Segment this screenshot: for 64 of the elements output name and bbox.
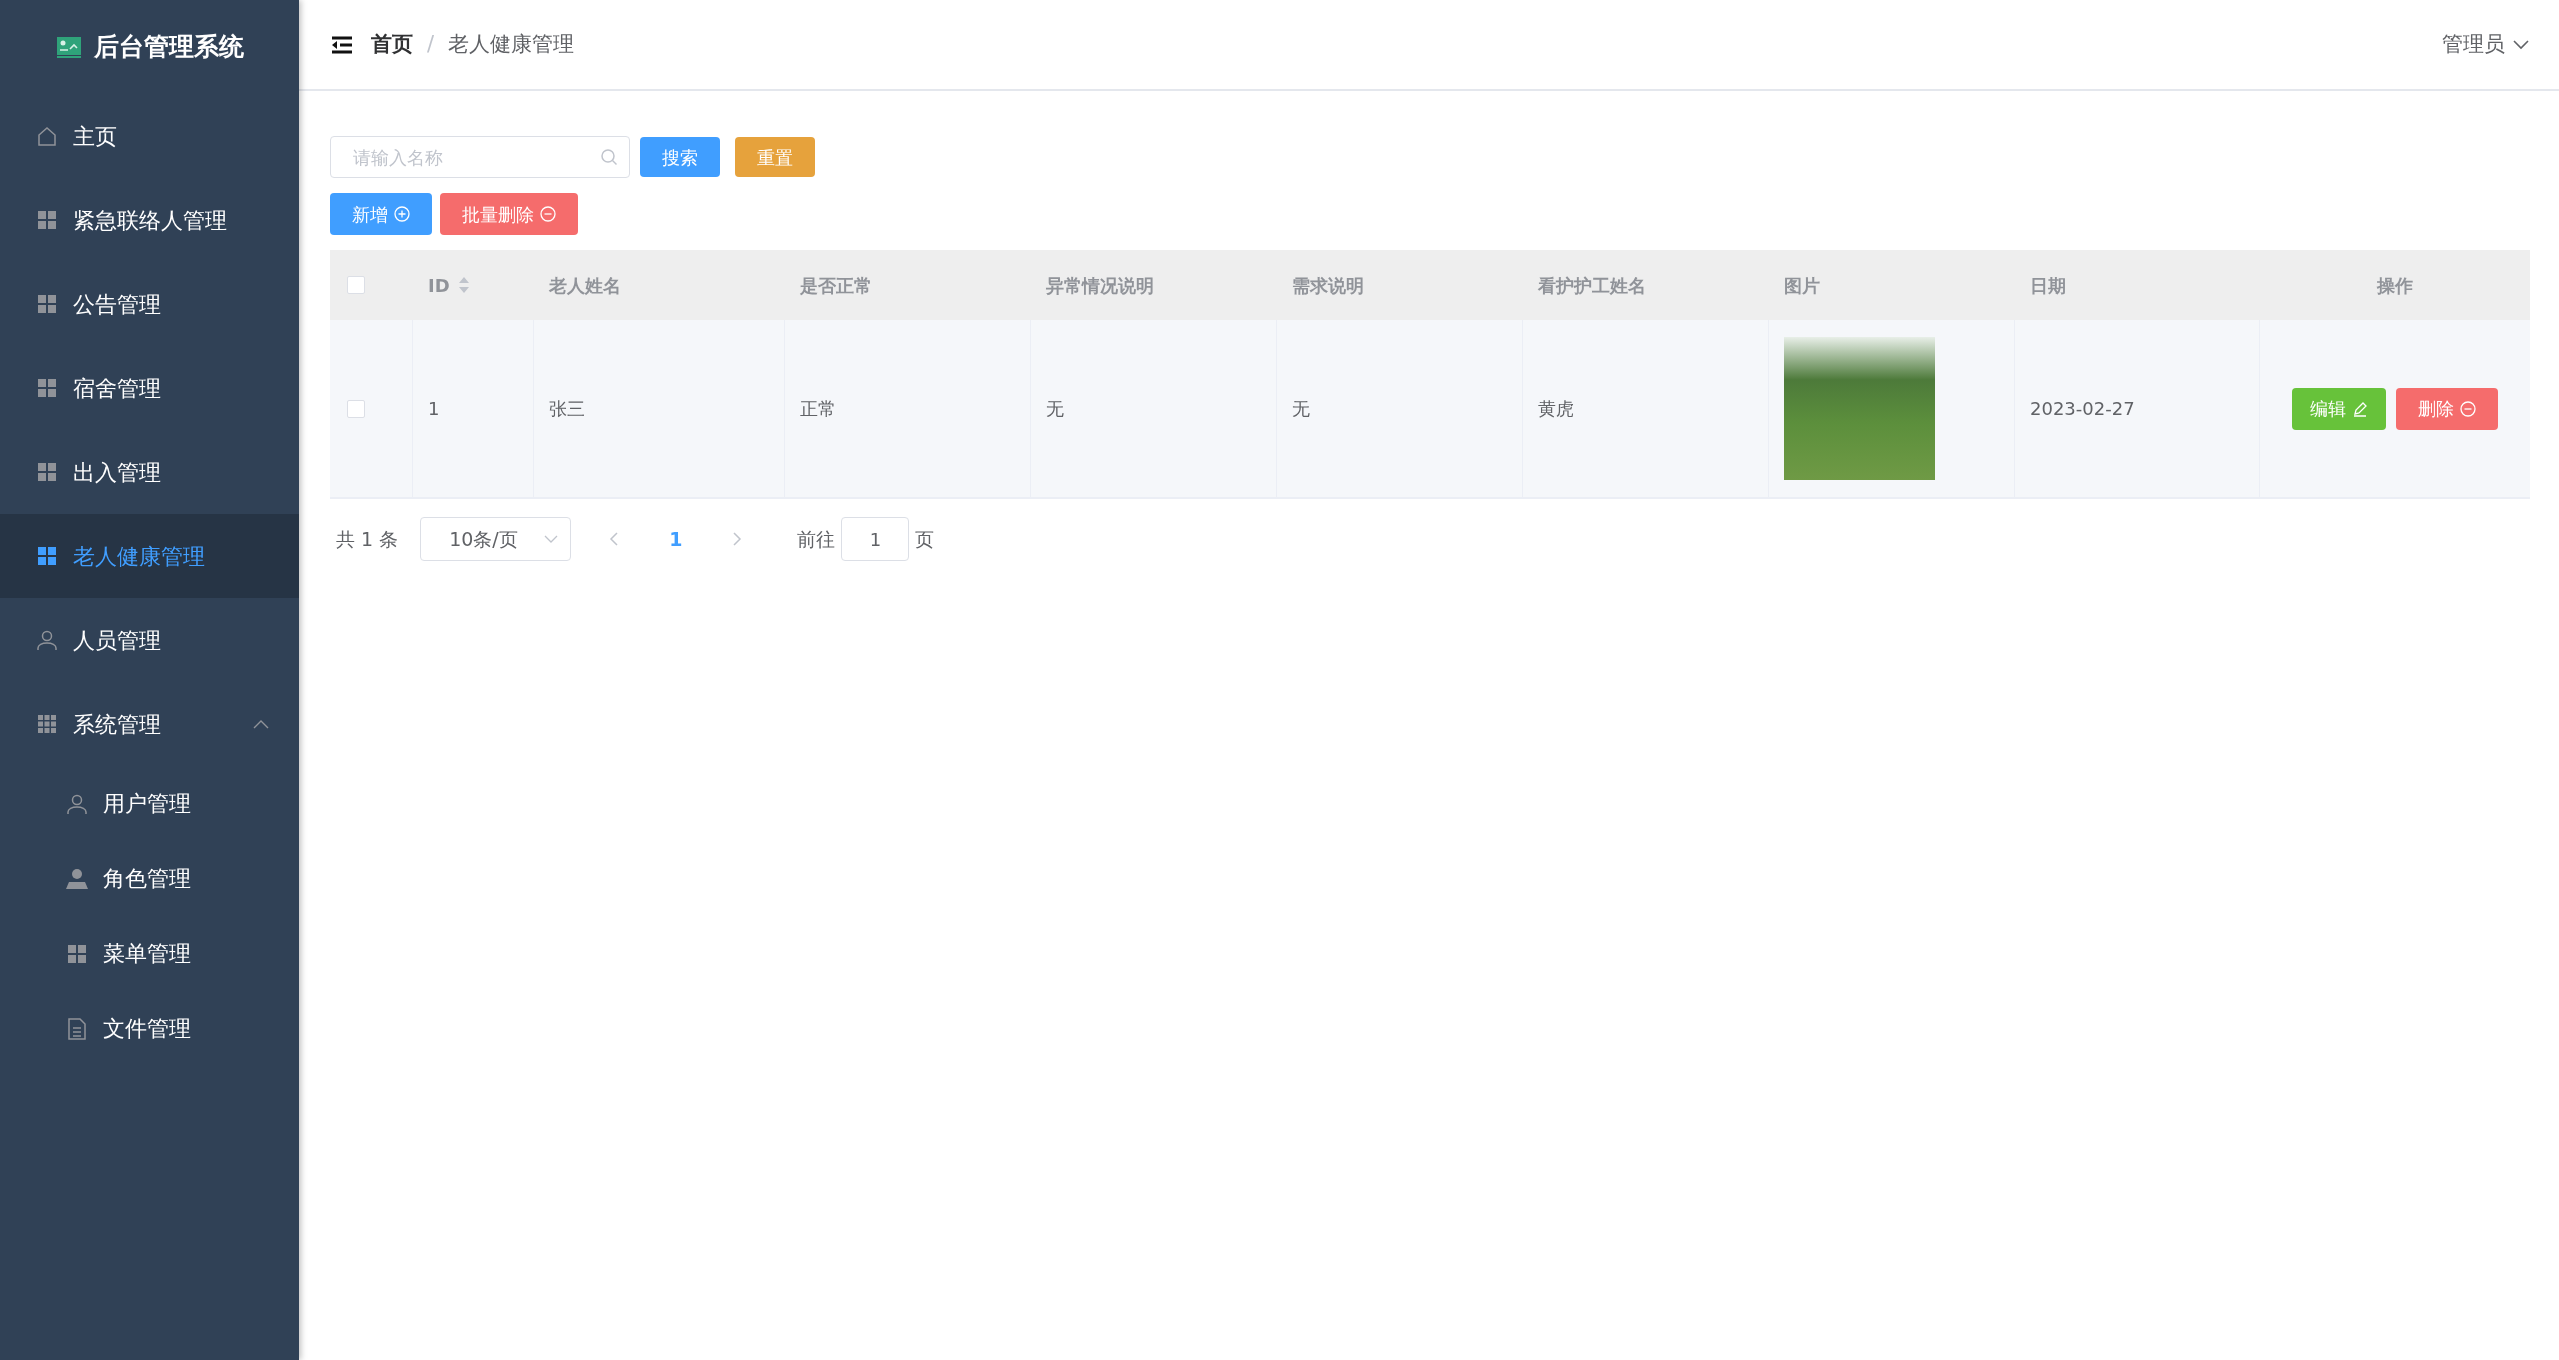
page-size-select[interactable]: 10条/页 — [420, 517, 572, 561]
column-header: 操作 — [2377, 273, 2413, 298]
grid-icon — [36, 209, 58, 231]
total-count: 共 1 条 — [336, 526, 399, 552]
app-title: 后台管理系统 — [93, 31, 244, 64]
grid-icon — [36, 293, 58, 315]
table-cell-text: 张三 — [549, 397, 585, 421]
table-cell-text: 2023-02-27 — [2030, 397, 2135, 421]
user-icon — [66, 792, 88, 815]
column-header: 异常情况说明 — [1046, 273, 1154, 298]
user-icon — [66, 867, 88, 890]
sort-icon[interactable] — [457, 276, 470, 294]
grid-icon — [66, 942, 88, 965]
column-header: 日期 — [2030, 273, 2066, 298]
user-menu[interactable]: 管理员 — [2442, 28, 2505, 61]
menu-item[interactable]: 主页 — [0, 94, 299, 178]
minus-circle-icon — [540, 206, 556, 222]
menu-item[interactable]: 宿舍管理 — [0, 346, 299, 430]
previous-page-icon[interactable] — [609, 531, 620, 547]
column-header: 老人姓名 — [549, 273, 621, 298]
grid-icon — [36, 545, 58, 567]
document-icon — [66, 1017, 88, 1040]
breadcrumb-item[interactable]: 首页 — [371, 28, 413, 61]
menu-item[interactable]: 用户管理 — [0, 766, 299, 841]
menu-item[interactable]: 出入管理 — [0, 430, 299, 514]
column-header: 需求说明 — [1292, 273, 1364, 298]
menu-fold-icon[interactable] — [331, 35, 353, 54]
menu-item[interactable]: 公告管理 — [0, 262, 299, 346]
breadcrumb-item: 老人健康管理 — [448, 30, 575, 58]
chevron-down-icon — [544, 535, 559, 543]
row-checkbox[interactable] — [347, 399, 365, 418]
column-header: 图片 — [1784, 273, 1820, 298]
goto-label: 前往 — [797, 526, 836, 552]
column-header: 是否正常 — [800, 273, 872, 298]
select-all-checkbox[interactable] — [347, 276, 365, 294]
menu-item[interactable]: 人员管理 — [0, 598, 299, 682]
logo-icon — [55, 35, 82, 59]
menu-item[interactable]: 菜单管理 — [0, 916, 299, 991]
grid-icon — [36, 377, 58, 399]
table-cell-text: 1 — [428, 397, 440, 421]
next-page-icon[interactable] — [732, 531, 743, 547]
home-icon — [36, 125, 58, 147]
menu-item[interactable]: 老人健康管理 — [0, 514, 299, 598]
breadcrumb-separator: / — [427, 30, 435, 58]
grid-icon — [36, 461, 58, 483]
table-cell-text: 无 — [1292, 397, 1310, 421]
grid-icon — [36, 713, 58, 735]
chevron-down-icon — [2513, 39, 2529, 50]
minus-circle-icon — [2460, 400, 2476, 417]
column-header: 看护护工姓名 — [1538, 273, 1646, 298]
table-cell-text: 无 — [1046, 397, 1064, 421]
menu-item[interactable]: 紧急联络人管理 — [0, 178, 299, 262]
menu-item[interactable]: 系统管理 — [0, 682, 299, 766]
user-icon — [36, 629, 58, 651]
table-cell-text: 正常 — [800, 397, 836, 421]
edit-icon — [2352, 400, 2368, 417]
plus-circle-icon — [394, 206, 410, 222]
menu-item[interactable]: 文件管理 — [0, 991, 299, 1066]
menu-item[interactable]: 角色管理 — [0, 841, 299, 916]
search-field[interactable]: 请输入名称 — [330, 136, 630, 178]
goto-suffix: 页 — [915, 526, 935, 552]
goto-page-field[interactable]: 1 — [841, 517, 910, 561]
table-cell-text: 黄虎 — [1538, 397, 1574, 421]
search-icon — [600, 148, 618, 166]
